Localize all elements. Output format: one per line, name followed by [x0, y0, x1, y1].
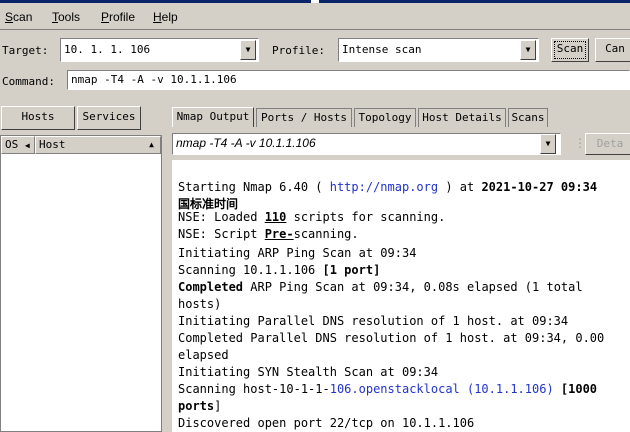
output-text-span: NSE: Script: [178, 227, 265, 241]
target-input[interactable]: 10. 1. 1. 106: [60, 38, 259, 62]
os-header-label: OS: [5, 138, 19, 151]
menu-tools[interactable]: Tools: [52, 10, 80, 24]
column-header-host[interactable]: Host ▲: [35, 136, 161, 154]
hosts-button[interactable]: Hosts: [1, 106, 75, 130]
output-line: elapsed: [178, 348, 229, 362]
profile-dropdown-button[interactable]: ▼: [520, 40, 536, 60]
nmap-output-area[interactable]: Starting Nmap 6.40 ( http://nmap.org ) a…: [172, 160, 630, 432]
menu-profile[interactable]: Profile: [101, 10, 135, 24]
output-line: NSE: Loaded 110 scripts for scanning.: [178, 210, 445, 224]
column-header-os[interactable]: OS ◀: [1, 136, 35, 154]
output-line: NSE: Script Pre-scanning.: [178, 227, 359, 241]
sort-up-icon: ▲: [149, 140, 154, 149]
output-scan-value: nmap -T4 -A -v 10.1.1.106: [176, 136, 316, 150]
output-text-span: 2021-10-27 09:34: [481, 180, 598, 194]
command-label: Command:: [2, 75, 55, 88]
output-line: Initiating Parallel DNS resolution of 1 …: [178, 314, 569, 328]
tab-scans[interactable]: Scans: [508, 108, 548, 127]
scan-button[interactable]: Scan: [551, 38, 589, 62]
output-select-dropdown[interactable]: ▼: [540, 134, 556, 154]
output-text-span: ARP Ping Scan at 09:34, 0.08s elapsed (1…: [243, 280, 583, 294]
tab-nmap-output[interactable]: Nmap Output: [172, 107, 254, 127]
host-header-label: Host: [39, 138, 66, 151]
command-input[interactable]: nmap -T4 -A -v 10.1.1.106: [67, 70, 630, 90]
output-text-span: Pre-: [264, 227, 294, 241]
output-text-span: Scanning 10.1.1.106: [178, 263, 323, 277]
profile-select[interactable]: Intense scan: [338, 38, 539, 62]
details-button[interactable]: Deta: [585, 133, 630, 155]
menu-scan[interactable]: Scan: [5, 10, 32, 24]
output-line: Completed ARP Ping Scan at 09:34, 0.08s …: [178, 280, 583, 294]
menu-help[interactable]: Help: [153, 10, 178, 24]
target-value: 10. 1. 1. 106: [64, 43, 151, 56]
output-text-span: 110: [264, 210, 287, 224]
menu-separator: [0, 29, 630, 30]
output-scan-select[interactable]: nmap -T4 -A -v 10.1.1.106: [172, 133, 561, 155]
output-text-span: Scanning host-10-1-1-: [178, 382, 330, 396]
output-text-span: ) at: [438, 180, 482, 194]
output-line: Initiating SYN Stealth Scan at 09:34: [178, 365, 439, 379]
output-text-span: scanning.: [293, 227, 359, 241]
output-text-span: [1000: [553, 382, 598, 396]
output-line: Scanning 10.1.1.106 [1 port]: [178, 263, 380, 277]
tab-topology[interactable]: Topology: [354, 108, 416, 127]
target-label: Target:: [2, 44, 49, 57]
output-line: Completed Parallel DNS resolution of 1 h…: [178, 331, 605, 345]
chevron-down-icon: ▼: [245, 45, 251, 54]
output-text-span: [1 port]: [322, 263, 381, 277]
output-text-span: ports: [178, 399, 215, 413]
output-text-span: http://nmap.org: [329, 180, 439, 194]
chevron-down-icon: ▼: [545, 139, 551, 148]
output-line: Scanning host-10-1-1-106.openstacklocal …: [178, 382, 597, 396]
output-text-span: 106.openstacklocal (10.1.1.106): [329, 382, 554, 396]
output-text-span: NSE: Loaded: [178, 210, 265, 224]
output-line: hosts): [178, 297, 222, 311]
profile-value: Intense scan: [342, 43, 422, 56]
output-line: Discovered open port 22/tcp on 10.1.1.10…: [178, 416, 475, 430]
output-text-span: Completed: [178, 280, 244, 294]
output-text-span: ]: [214, 399, 222, 413]
services-button[interactable]: Services: [77, 106, 141, 130]
output-text-span: Starting Nmap 6.40 (: [178, 180, 330, 194]
menu-bar: Scan Tools Profile Help: [0, 3, 630, 29]
output-line: Starting Nmap 6.40 ( http://nmap.org ) a…: [178, 180, 597, 194]
tab-ports-hosts[interactable]: Ports / Hosts: [256, 108, 352, 127]
tab-host-details[interactable]: Host Details: [418, 108, 506, 127]
cancel-button[interactable]: Can: [595, 38, 630, 62]
host-list[interactable]: OS ◀ Host ▲: [0, 135, 162, 432]
output-line: Initiating ARP Ping Scan at 09:34: [178, 246, 417, 260]
output-line: ports]: [178, 399, 221, 413]
chevron-down-icon: ▼: [525, 45, 531, 54]
profile-label: Profile:: [272, 44, 325, 57]
target-dropdown-button[interactable]: ▼: [240, 40, 256, 60]
output-text-span: scripts for scanning.: [286, 210, 446, 224]
command-value: nmap -T4 -A -v 10.1.1.106: [71, 73, 237, 86]
sort-left-icon: ◀: [24, 141, 30, 150]
